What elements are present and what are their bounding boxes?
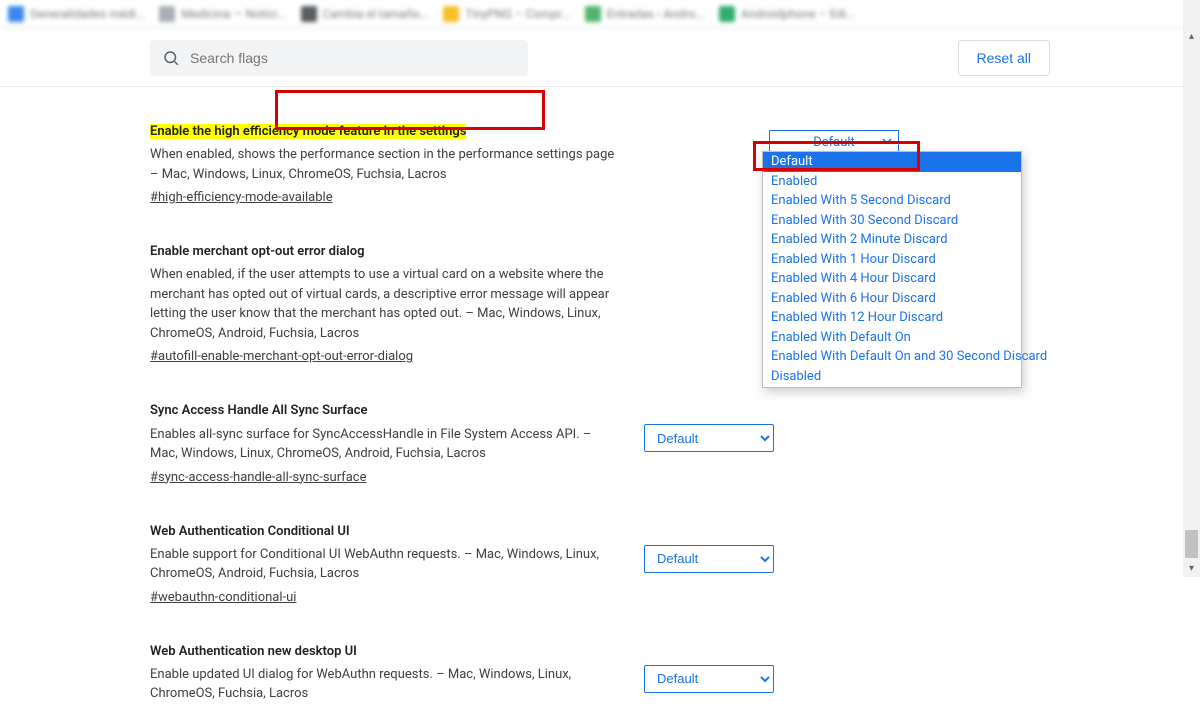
- bookmark-label: Generalidades médi...: [30, 7, 145, 21]
- bookmark-item[interactable]: Cambia el tamaño...: [301, 6, 430, 22]
- bookmark-label: Androidphone – Edi...: [741, 7, 856, 21]
- flag-anchor-link[interactable]: #high-efficiency-mode-available: [150, 190, 333, 205]
- bookmark-item[interactable]: Androidphone – Edi...: [719, 6, 856, 22]
- vertical-scrollbar[interactable]: ▴ ▾: [1183, 0, 1200, 577]
- flag-state-select[interactable]: Default: [644, 424, 774, 452]
- dropdown-option[interactable]: Enabled With Default On and 30 Second Di…: [763, 347, 1021, 367]
- dropdown-option[interactable]: Enabled With 2 Minute Discard: [763, 230, 1021, 250]
- flag-description: When enabled, if the user attempts to us…: [150, 265, 620, 343]
- flag-title: Web Authentication Conditional UI: [150, 523, 620, 541]
- chevron-down-icon: [882, 135, 892, 150]
- dropdown-option[interactable]: Enabled With 30 Second Discard: [763, 211, 1021, 231]
- flag-title: Sync Access Handle All Sync Surface: [150, 402, 620, 420]
- dropdown-option[interactable]: Default: [763, 152, 1021, 172]
- bookmark-item[interactable]: Medicina — Notici...: [159, 6, 286, 22]
- dropdown-option[interactable]: Enabled With 6 Hour Discard: [763, 289, 1021, 309]
- flag-description: Enable updated UI dialog for WebAuthn re…: [150, 665, 620, 704]
- dropdown-option[interactable]: Enabled With 12 Hour Discard: [763, 308, 1021, 328]
- reset-all-button[interactable]: Reset all: [958, 40, 1050, 76]
- scroll-up-arrow-icon[interactable]: ▴: [1183, 28, 1200, 45]
- bookmark-favicon-icon: [443, 6, 459, 22]
- search-flags-field[interactable]: [150, 40, 528, 76]
- bookmark-favicon-icon: [8, 6, 24, 22]
- dropdown-option[interactable]: Enabled With 5 Second Discard: [763, 191, 1021, 211]
- search-icon: [162, 49, 180, 67]
- bookmark-favicon-icon: [719, 6, 735, 22]
- dropdown-option[interactable]: Enabled With Default On: [763, 328, 1021, 348]
- bookmark-item[interactable]: Generalidades médi...: [8, 6, 145, 22]
- flag-title: Enable the high efficiency mode feature …: [150, 123, 620, 141]
- bookmark-favicon-icon: [301, 6, 317, 22]
- scroll-down-arrow-icon[interactable]: ▾: [1183, 560, 1200, 577]
- dropdown-option[interactable]: Enabled: [763, 172, 1021, 192]
- dropdown-option[interactable]: Enabled With 1 Hour Discard: [763, 250, 1021, 270]
- flag-description: Enables all-sync surface for SyncAccessH…: [150, 425, 620, 464]
- flag-description: Enable support for Conditional UI WebAut…: [150, 545, 620, 584]
- bookmark-item[interactable]: TinyPNG – Compr...: [443, 6, 570, 22]
- bookmarks-bar: Generalidades médi... Medicina — Notici.…: [0, 0, 1200, 28]
- scrollbar-thumb[interactable]: [1185, 530, 1198, 558]
- flag-anchor-link[interactable]: #webauthn-conditional-ui: [150, 590, 296, 605]
- flag-row: Web Authentication new desktop UI Enable…: [150, 627, 1050, 710]
- bookmark-label: Cambia el tamaño...: [323, 7, 430, 21]
- bookmark-item[interactable]: Entradas ‹ Andro...: [585, 6, 705, 22]
- search-input[interactable]: [190, 50, 516, 66]
- flag-description: When enabled, shows the performance sect…: [150, 145, 620, 184]
- flag-state-dropdown[interactable]: Default Enabled Enabled With 5 Second Di…: [762, 151, 1022, 388]
- bookmark-label: TinyPNG – Compr...: [465, 7, 570, 21]
- bookmark-favicon-icon: [159, 6, 175, 22]
- flag-title: Web Authentication new desktop UI: [150, 643, 620, 661]
- bookmark-label: Entradas ‹ Andro...: [607, 7, 705, 21]
- flag-anchor-link[interactable]: #sync-access-handle-all-sync-surface: [150, 470, 367, 485]
- flag-row: Web Authentication Conditional UI Enable…: [150, 507, 1050, 627]
- select-value: Default: [813, 135, 855, 150]
- flag-title: Enable merchant opt-out error dialog: [150, 243, 620, 261]
- flags-toolbar: Reset all: [0, 28, 1200, 87]
- flag-state-select[interactable]: Default: [644, 665, 774, 693]
- flag-anchor-link[interactable]: #autofill-enable-merchant-opt-out-error-…: [150, 349, 413, 364]
- bookmark-label: Medicina — Notici...: [181, 7, 286, 21]
- flag-state-select[interactable]: Default: [644, 545, 774, 573]
- dropdown-option[interactable]: Enabled With 4 Hour Discard: [763, 269, 1021, 289]
- dropdown-option[interactable]: Disabled: [763, 367, 1021, 387]
- bookmark-favicon-icon: [585, 6, 601, 22]
- flag-row: Sync Access Handle All Sync Surface Enab…: [150, 386, 1050, 506]
